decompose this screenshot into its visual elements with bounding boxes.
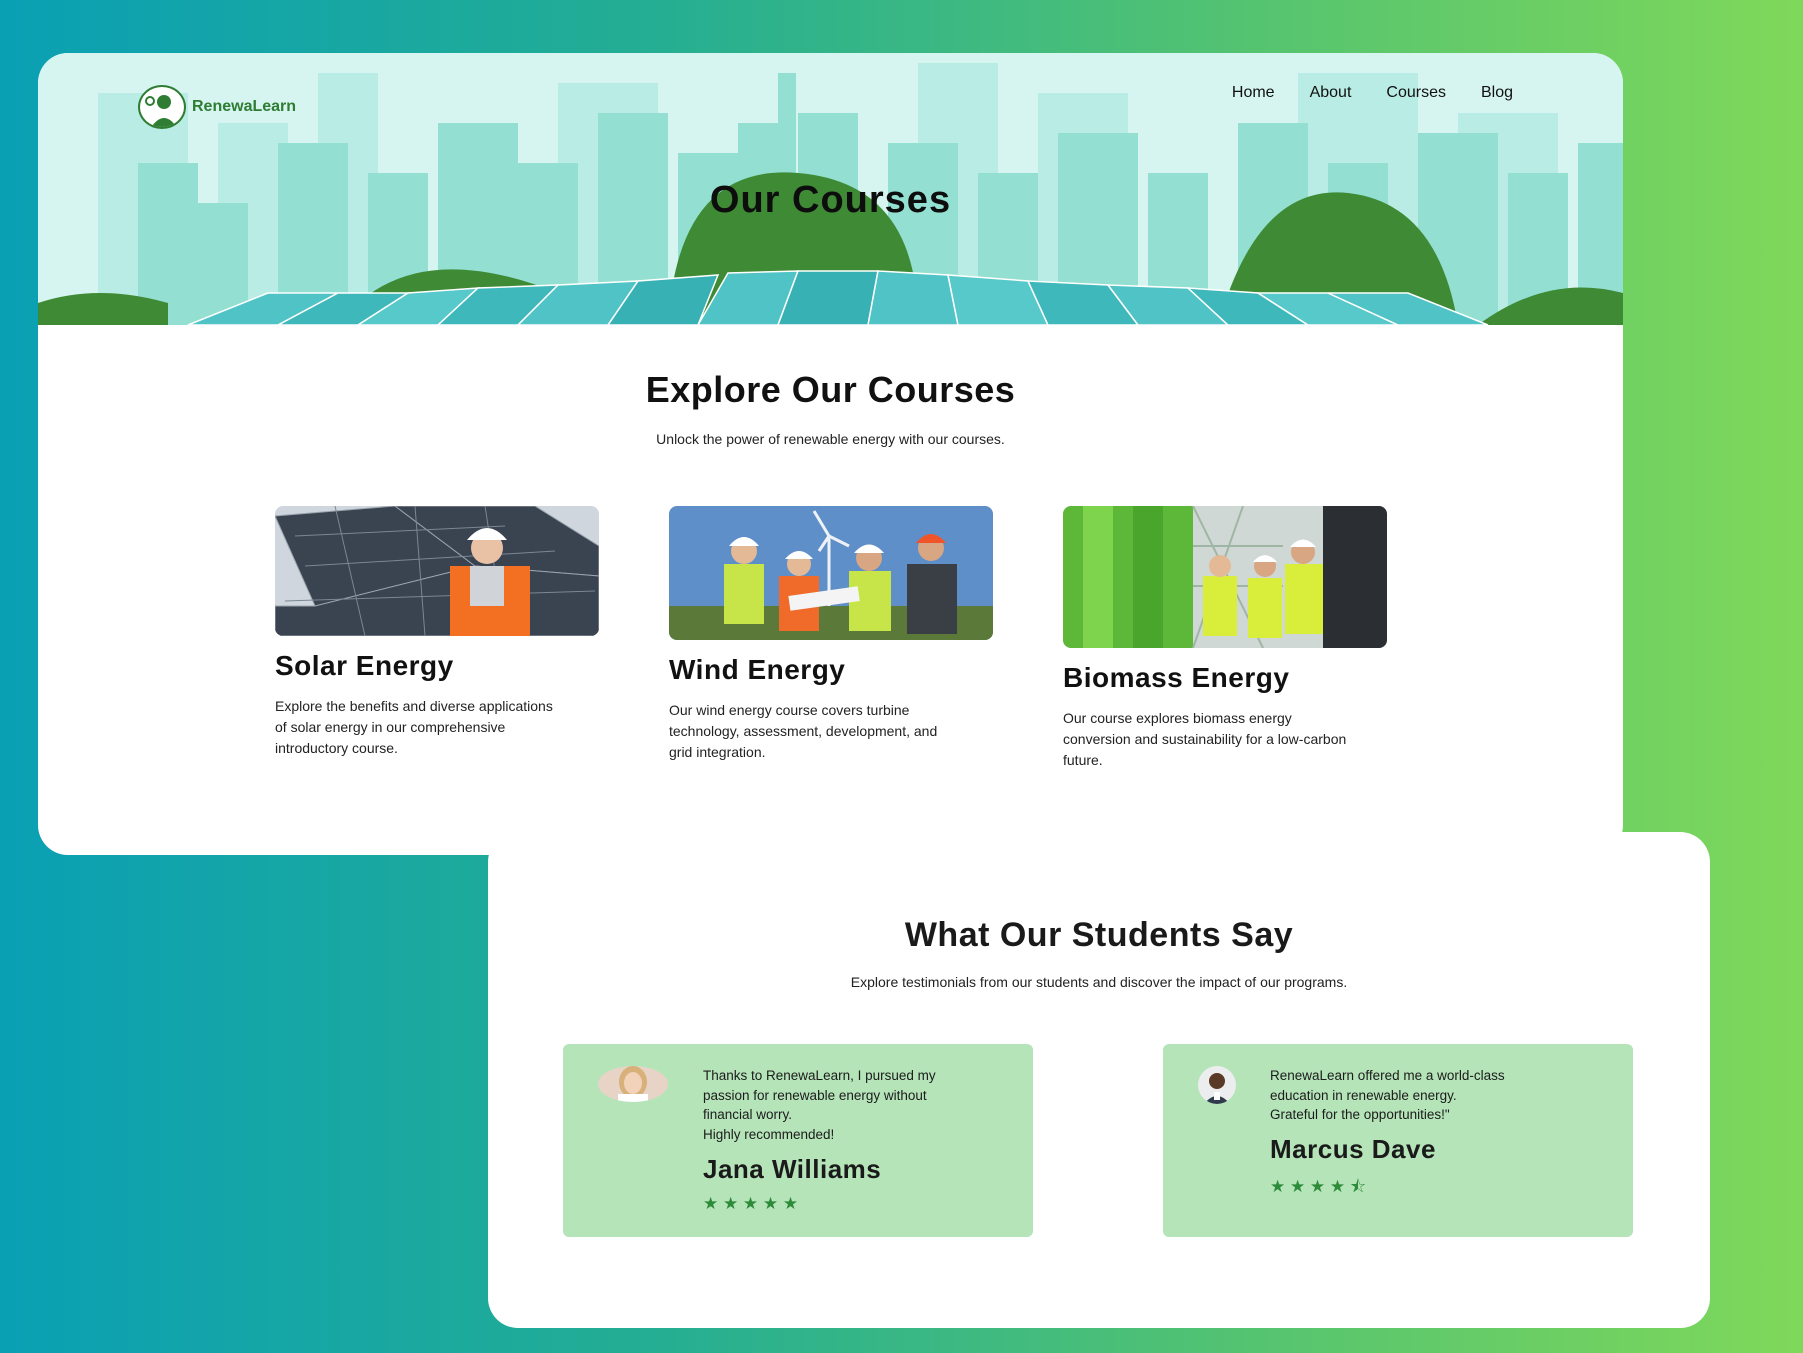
- explore-title: Explore Our Courses: [645, 369, 1016, 410]
- wind-course-image: [669, 506, 993, 640]
- course-title: Biomass Energy: [1063, 662, 1290, 693]
- testimonial-quote: RenewaLearn offered me a world-class edu…: [1270, 1068, 1505, 1122]
- explore-subtitle: Unlock the power of renewable energy wit…: [656, 431, 1005, 447]
- course-card-biomass[interactable]: Biomass Energy Our course explores bioma…: [1063, 506, 1387, 771]
- biomass-course-image: [1063, 506, 1387, 648]
- avatar: [1198, 1066, 1236, 1104]
- logo-icon: [138, 85, 186, 129]
- testimonial-quote: Thanks to RenewaLearn, I pursued my pass…: [703, 1068, 936, 1142]
- course-description: Our wind energy course covers turbine te…: [669, 702, 938, 760]
- course-title: Solar Energy: [275, 650, 454, 681]
- course-description: Our course explores biomass energy conve…: [1063, 710, 1347, 768]
- course-card-wind[interactable]: Wind Energy Our wind energy course cover…: [669, 506, 993, 763]
- star-rating: ★ ★ ★ ★ ⯪: [1270, 1177, 1366, 1196]
- nav-blog[interactable]: Blog: [1481, 84, 1513, 102]
- testimonial-card: RenewaLearn offered me a world-class edu…: [1163, 1044, 1633, 1237]
- testimonials-title: What Our Students Say: [904, 916, 1294, 954]
- hero-title: Our Courses: [709, 179, 952, 221]
- course-description: Explore the benefits and diverse applica…: [275, 698, 553, 756]
- courses-page-card: RenewaLearn Home About Courses Blog Our …: [38, 53, 1623, 855]
- star-rating: ★ ★ ★ ★ ★: [703, 1194, 799, 1213]
- testimonial-author: Jana Williams: [703, 1154, 882, 1184]
- course-title: Wind Energy: [669, 654, 846, 685]
- main-nav: Home About Courses Blog: [1232, 84, 1513, 102]
- hero-banner: RenewaLearn Home About Courses Blog Our …: [38, 53, 1623, 325]
- testimonial-card: Thanks to RenewaLearn, I pursued my pass…: [563, 1044, 1033, 1237]
- nav-home[interactable]: Home: [1232, 84, 1275, 102]
- brand-logo[interactable]: RenewaLearn: [138, 85, 296, 129]
- nav-about[interactable]: About: [1310, 84, 1352, 102]
- testimonials-subtitle: Explore testimonials from our students a…: [850, 974, 1348, 990]
- brand-name: RenewaLearn: [192, 98, 297, 115]
- course-card-solar[interactable]: Solar Energy Explore the benefits and di…: [275, 506, 599, 759]
- testimonials-card: What Our Students Say Explore testimonia…: [488, 832, 1710, 1328]
- testimonial-author: Marcus Dave: [1270, 1134, 1436, 1164]
- avatar: [598, 1066, 668, 1102]
- solar-course-image: [275, 506, 599, 636]
- nav-courses[interactable]: Courses: [1386, 84, 1446, 102]
